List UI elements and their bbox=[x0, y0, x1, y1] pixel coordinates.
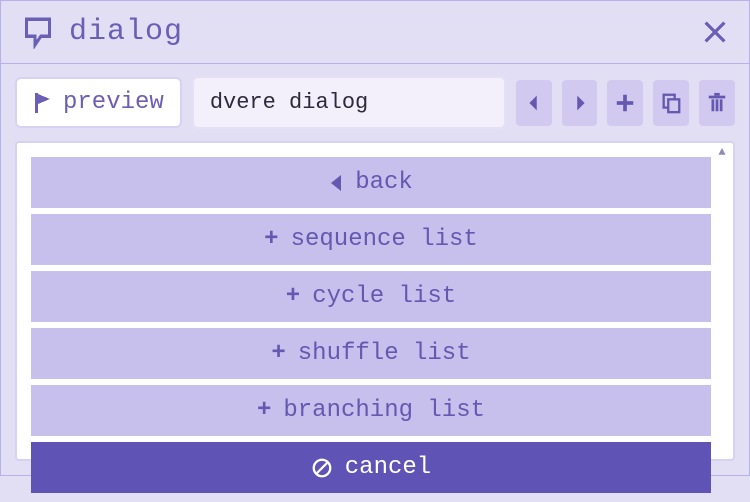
cancel-label: cancel bbox=[345, 454, 431, 481]
cancel-button[interactable]: cancel bbox=[31, 442, 711, 493]
close-button[interactable] bbox=[701, 18, 729, 46]
delete-button[interactable] bbox=[699, 80, 735, 126]
add-branching-list-button[interactable]: + branching list bbox=[31, 385, 711, 436]
list-item-label: shuffle list bbox=[298, 340, 471, 367]
list-area: back + sequence list + cycle list + shuf… bbox=[15, 141, 735, 461]
add-button[interactable] bbox=[607, 80, 643, 126]
titlebar: dialog bbox=[1, 1, 749, 64]
list-item-label: cycle list bbox=[312, 283, 456, 310]
back-button[interactable]: back bbox=[31, 157, 711, 208]
copy-button[interactable] bbox=[653, 80, 689, 126]
panel-title: dialog bbox=[69, 15, 183, 49]
list-item-label: branching list bbox=[283, 397, 485, 424]
plus-icon: + bbox=[257, 397, 271, 424]
next-button[interactable] bbox=[562, 80, 598, 126]
preview-button[interactable]: preview bbox=[15, 77, 182, 128]
prev-button[interactable] bbox=[516, 80, 552, 126]
add-cycle-list-button[interactable]: + cycle list bbox=[31, 271, 711, 322]
list-item-label: sequence list bbox=[291, 226, 478, 253]
dialog-panel: dialog preview bbox=[0, 0, 750, 476]
dialog-name-input[interactable] bbox=[192, 76, 506, 129]
add-sequence-list-button[interactable]: + sequence list bbox=[31, 214, 711, 265]
scroll-up-icon[interactable]: ▲ bbox=[715, 147, 729, 161]
back-label: back bbox=[355, 169, 413, 196]
plus-icon: + bbox=[286, 283, 300, 310]
flag-icon bbox=[33, 92, 53, 114]
cancel-icon bbox=[311, 457, 333, 479]
plus-icon: + bbox=[271, 340, 285, 367]
toolbar: preview bbox=[1, 64, 749, 141]
scrollbar[interactable]: ▲ bbox=[715, 147, 729, 455]
add-shuffle-list-button[interactable]: + shuffle list bbox=[31, 328, 711, 379]
dialog-icon bbox=[21, 15, 55, 49]
titlebar-left: dialog bbox=[21, 15, 183, 49]
plus-icon: + bbox=[264, 226, 278, 253]
arrow-left-icon bbox=[329, 174, 343, 192]
preview-label: preview bbox=[63, 89, 164, 116]
